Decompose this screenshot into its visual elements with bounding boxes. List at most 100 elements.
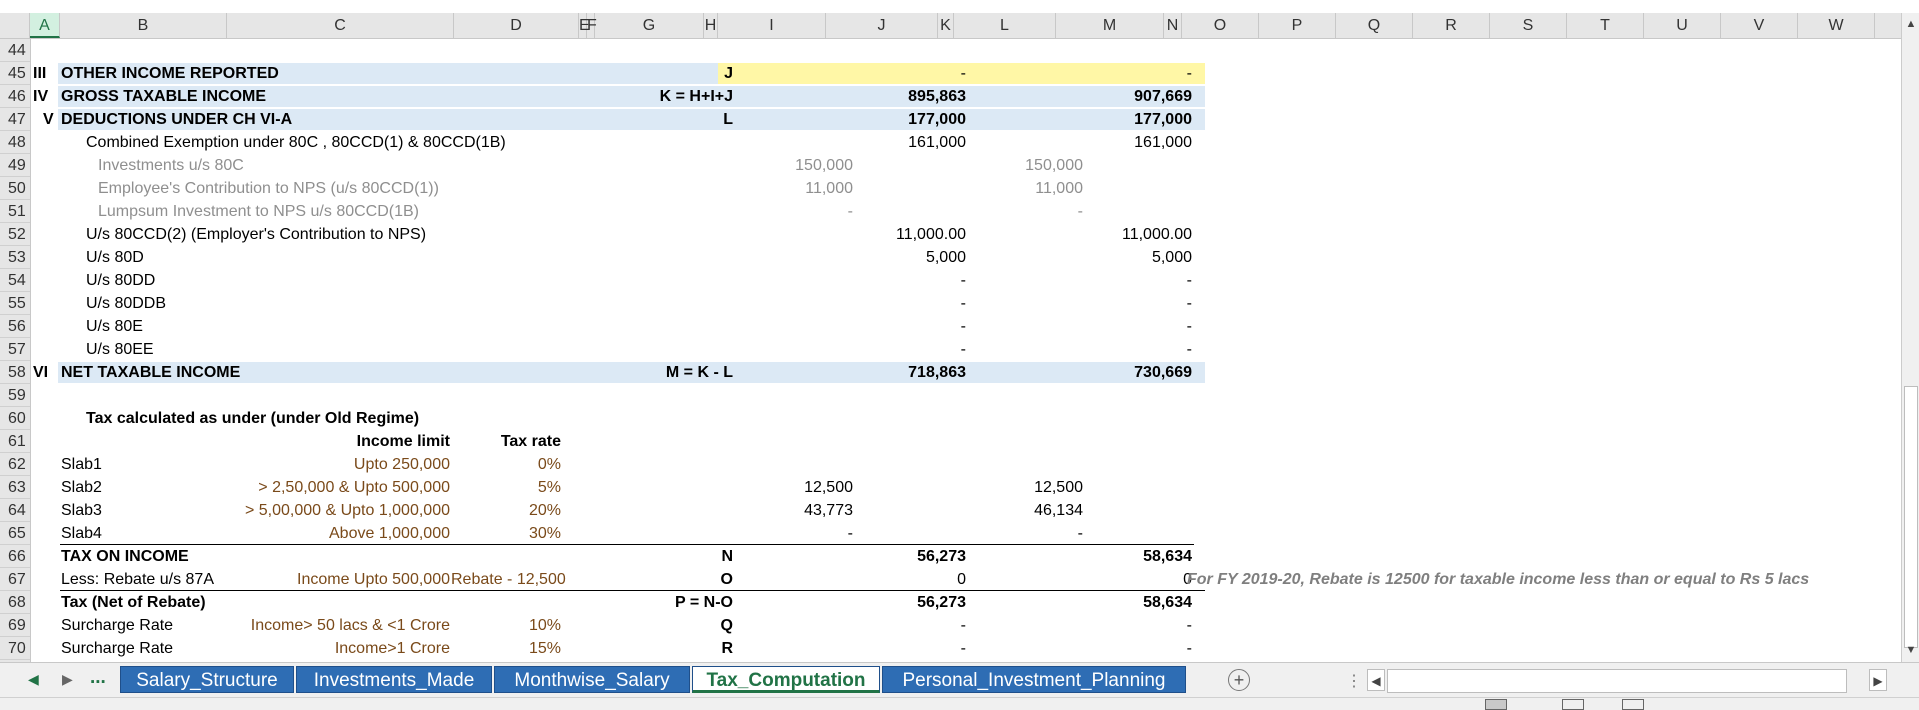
row-header[interactable]: 58 (0, 361, 30, 384)
scroll-thumb[interactable] (1904, 386, 1918, 648)
cell-j[interactable]: - (826, 269, 966, 292)
cell-m[interactable]: - (1056, 269, 1192, 292)
cell-m[interactable]: - (1056, 637, 1192, 660)
cell-label[interactable]: Investments u/s 80C (98, 154, 244, 177)
cell-label[interactable]: U/s 80D (86, 246, 144, 269)
cell-j[interactable]: 718,863 (826, 361, 966, 384)
cell-limit[interactable]: Income>1 Crore (231, 637, 450, 660)
page-break-view-icon[interactable] (1622, 699, 1644, 710)
cell-rate[interactable]: 30% (461, 522, 561, 545)
column-header-c[interactable]: C (227, 13, 454, 38)
cell-label[interactable]: U/s 80DDB (86, 292, 166, 315)
cell-rate[interactable]: 15% (461, 637, 561, 660)
column-header-q[interactable]: Q (1336, 13, 1413, 38)
cell-label[interactable]: Tax calculated as under (under Old Regim… (86, 407, 419, 430)
column-header-b[interactable]: B (60, 13, 227, 38)
row-header[interactable]: 65 (0, 522, 30, 545)
cell-roman[interactable]: VI (33, 361, 48, 384)
row-header[interactable]: 46 (0, 85, 30, 108)
row-header[interactable]: 55 (0, 292, 30, 315)
cell-label[interactable]: Surcharge Rate (61, 637, 173, 660)
cell-l[interactable]: 150,000 (951, 154, 1083, 177)
triangle-right-icon[interactable]: ▶ (62, 671, 73, 688)
cell-note[interactable]: For FY 2019-20, Rebate is 12500 for taxa… (1187, 568, 1809, 591)
cell-formula[interactable]: L (591, 108, 733, 131)
cell-rate[interactable]: 0% (461, 453, 561, 476)
page-layout-view-icon[interactable] (1562, 699, 1584, 710)
row-header[interactable]: 66 (0, 545, 30, 568)
cell-limit[interactable]: Income Upto 500,000 (231, 568, 450, 591)
column-header-l[interactable]: L (954, 13, 1056, 38)
cell-label[interactable]: Slab3 (61, 499, 102, 522)
column-header-h[interactable]: H (704, 13, 718, 38)
column-header-g[interactable]: G (595, 13, 704, 38)
cell-j[interactable]: 161,000 (826, 131, 966, 154)
tab-tax-computation[interactable]: Tax_Computation (692, 666, 880, 693)
cell-limit[interactable]: Above 1,000,000 (231, 522, 450, 545)
cell-label[interactable]: U/s 80EE (86, 338, 154, 361)
tab-investments-made[interactable]: Investments_Made (296, 666, 492, 693)
cell-j[interactable]: 11,000.00 (826, 223, 966, 246)
column-header-u[interactable]: U (1644, 13, 1721, 38)
horizontal-scrollbar[interactable] (1387, 669, 1847, 693)
cell-j[interactable]: 895,863 (826, 85, 966, 108)
column-header-w[interactable]: W (1798, 13, 1875, 38)
cell-limit[interactable]: > 5,00,000 & Upto 1,000,000 (231, 499, 450, 522)
row-header[interactable]: 67 (0, 568, 30, 591)
scroll-down-icon[interactable]: ▼ (1902, 641, 1919, 659)
cell-label[interactable]: Slab2 (61, 476, 102, 499)
hscroll-left-icon[interactable]: ◀ (1367, 669, 1385, 691)
cell-j[interactable]: - (826, 614, 966, 637)
row-header[interactable]: 64 (0, 499, 30, 522)
column-header-e[interactable]: E (579, 13, 590, 38)
cell-rate[interactable]: 20% (461, 499, 561, 522)
cell-j[interactable]: 56,273 (826, 545, 966, 568)
cell-label[interactable]: OTHER INCOME REPORTED (61, 62, 279, 85)
hscroll-right-icon[interactable]: ▶ (1869, 669, 1887, 691)
cell-limit[interactable]: > 2,50,000 & Upto 500,000 (231, 476, 450, 499)
scroll-up-icon[interactable]: ▲ (1902, 15, 1919, 33)
column-header-r[interactable]: R (1413, 13, 1490, 38)
more-sheets-button[interactable]: ... (90, 667, 106, 689)
row-header[interactable]: 49 (0, 154, 30, 177)
cell-formula[interactable]: K = H+I+J (591, 85, 733, 108)
cell-grid[interactable]: III OTHER INCOME REPORTED J - - IV GROSS… (31, 39, 1901, 662)
cell-m[interactable]: - (1056, 614, 1192, 637)
cell-m[interactable]: 5,000 (1056, 246, 1192, 269)
cell-formula[interactable]: P = N-O (591, 591, 733, 614)
cell-j[interactable]: - (826, 315, 966, 338)
row-header[interactable]: 69 (0, 614, 30, 637)
cell-formula[interactable]: M = K - L (591, 361, 733, 384)
row-header[interactable]: 48 (0, 131, 30, 154)
cell-label[interactable]: Combined Exemption under 80C , 80CCD(1) … (86, 131, 506, 154)
cell-m[interactable]: - (1056, 292, 1192, 315)
row-header[interactable]: 61 (0, 430, 30, 453)
cell-m[interactable]: 0 (1056, 568, 1192, 591)
cell-formula[interactable]: O (591, 568, 733, 591)
column-header-o[interactable]: O (1182, 13, 1259, 38)
cell-i[interactable]: 11,000 (721, 177, 853, 200)
normal-view-icon[interactable] (1485, 699, 1507, 710)
column-header-n[interactable]: N (1164, 13, 1182, 38)
cell-m[interactable]: 58,634 (1056, 545, 1192, 568)
cell-j[interactable]: - (826, 62, 966, 85)
cell-rate[interactable]: Rebate - 12,500 (451, 568, 566, 591)
column-header-j[interactable]: J (826, 13, 938, 38)
cell-roman[interactable]: IV (33, 85, 48, 108)
cell-m[interactable]: 58,634 (1056, 591, 1192, 614)
row-header[interactable]: 63 (0, 476, 30, 499)
select-all-corner[interactable] (0, 13, 30, 38)
tab-monthwise-salary[interactable]: Monthwise_Salary (494, 666, 690, 693)
row-header[interactable]: 70 (0, 637, 30, 660)
row-header[interactable]: 50 (0, 177, 30, 200)
cell-label[interactable]: Surcharge Rate (61, 614, 173, 637)
row-header[interactable]: 45 (0, 62, 30, 85)
row-header[interactable]: 68 (0, 591, 30, 614)
cell-label[interactable]: Tax (Net of Rebate) (61, 591, 206, 614)
tab-salary-structure[interactable]: Salary_Structure (120, 666, 294, 693)
row-header[interactable]: 57 (0, 338, 30, 361)
row-header[interactable]: 59 (0, 384, 30, 407)
column-header-f[interactable]: F (587, 13, 597, 38)
cell-l[interactable]: 12,500 (951, 476, 1083, 499)
cell-tax-rate-header[interactable]: Tax rate (461, 430, 561, 453)
